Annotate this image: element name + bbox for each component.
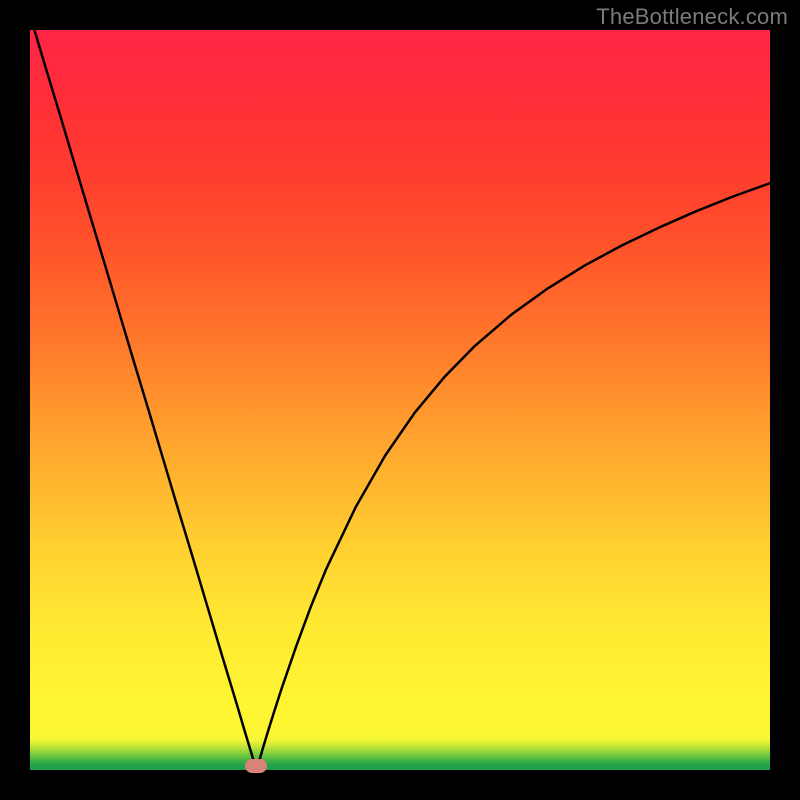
chart-frame: TheBottleneck.com	[0, 0, 800, 800]
chart-curve	[30, 30, 770, 770]
watermark-label: TheBottleneck.com	[596, 4, 788, 30]
chart-plot-area	[30, 30, 770, 770]
chart-marker	[245, 759, 267, 773]
